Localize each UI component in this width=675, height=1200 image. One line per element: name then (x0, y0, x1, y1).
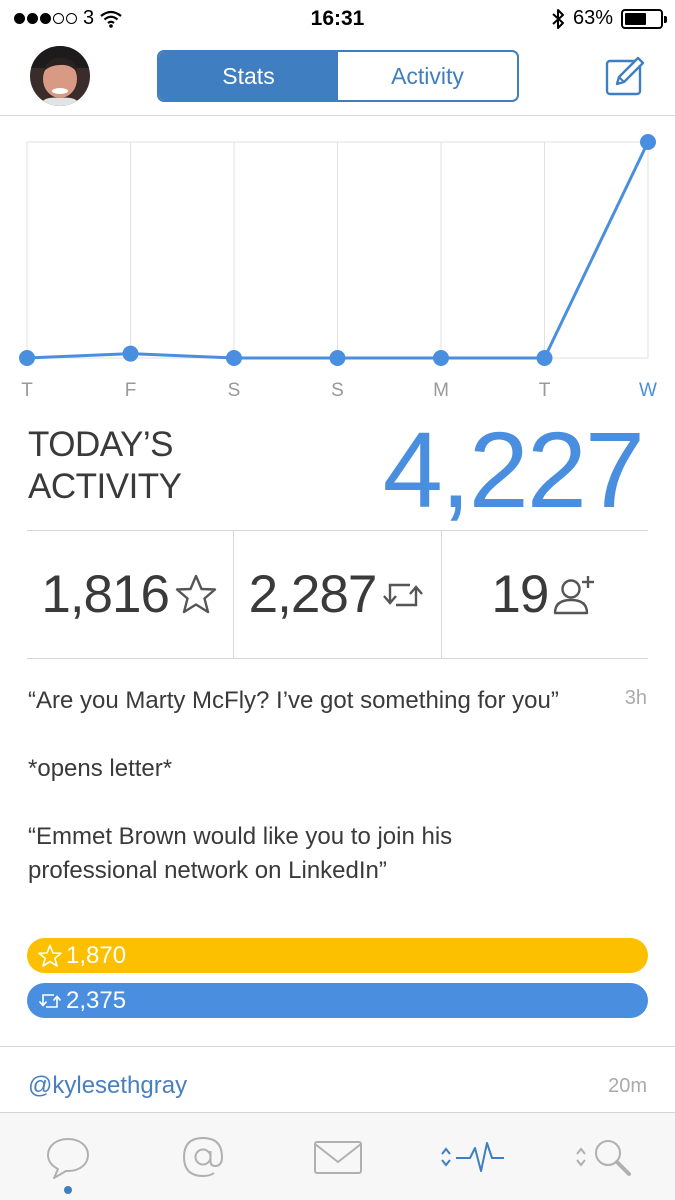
battery-percent: 63% (572, 7, 613, 29)
retweet-icon (38, 993, 62, 1008)
add-follower-icon (554, 575, 595, 614)
tab-bar (0, 1112, 675, 1200)
status-bar: 3 16:31 63% (0, 0, 675, 38)
speech-bubble-icon (46, 1137, 89, 1179)
tab-messages[interactable] (270, 1113, 405, 1200)
mention-icon (182, 1136, 223, 1177)
tab-mentions[interactable] (135, 1113, 270, 1200)
todays-activity-label: TODAY’S ACTIVITY (28, 424, 182, 508)
chart-x-tick-label: W (639, 380, 657, 401)
battery-icon (621, 8, 667, 29)
tweet-paragraph: “Are you Marty McFly? I’ve got something… (28, 687, 559, 714)
battery-fill (625, 12, 647, 25)
star-icon (175, 574, 217, 613)
divider (0, 1046, 675, 1047)
tab-stats[interactable]: Stats (159, 52, 338, 100)
stat-followers[interactable]: 19 (442, 531, 648, 658)
activity-chart: TFSSMTW (19, 134, 657, 401)
chart-x-tick-label: T (21, 380, 33, 401)
chart-point (19, 350, 35, 366)
chart-point (122, 345, 139, 362)
bluetooth-icon (552, 8, 564, 29)
activity-icon (440, 1141, 504, 1172)
favorites-count: 1,870 (66, 941, 127, 969)
tweet-paragraph: *opens letter* (28, 755, 173, 782)
todays-activity-value: 4,227 (382, 409, 645, 530)
chart-x-tick-label: F (125, 380, 137, 401)
chart-point (536, 350, 553, 366)
chart-x-tick-label: T (539, 380, 551, 401)
avatar-image (30, 46, 90, 106)
tweet-paragraph: “Emmet Brown would like you to join his … (28, 823, 453, 884)
chart-x-tick-label: S (228, 380, 241, 401)
tweet-timestamp: 20m (608, 1075, 647, 1097)
tab-activity[interactable] (405, 1113, 540, 1200)
chart-x-tick-label: S (331, 380, 344, 401)
search-icon (575, 1139, 631, 1176)
retweets-bar[interactable]: 2,375 (27, 983, 648, 1018)
star-icon (38, 944, 62, 967)
todays-activity-label-line2: ACTIVITY (28, 467, 182, 506)
stat-favorites-value: 1,816 (41, 565, 170, 624)
retweets-count: 2,375 (66, 986, 127, 1014)
stat-retweets[interactable]: 2,287 (234, 531, 442, 658)
active-tab-indicator (63, 1186, 72, 1194)
segmented-control: Stats Activity (157, 50, 519, 102)
chart-grid (26, 141, 649, 359)
tweet-text[interactable]: “Are you Marty McFly? I’ve got something… (28, 684, 588, 922)
stats-row: 1,816 2,287 19 (27, 531, 648, 658)
tweet-timestamp: 3h (624, 687, 647, 709)
tab-search[interactable] (540, 1113, 675, 1200)
stat-followers-value: 19 (491, 565, 549, 624)
nav-bar: Stats Activity (0, 38, 675, 116)
todays-activity-label-line1: TODAY’S (28, 425, 173, 464)
tab-activity[interactable]: Activity (338, 52, 517, 100)
status-right: 63% (551, 7, 667, 30)
avatar[interactable] (30, 46, 90, 106)
chart-point (329, 350, 346, 366)
compose-icon[interactable] (604, 55, 646, 97)
chart-x-tick-label: M (433, 380, 449, 401)
divider (27, 658, 648, 659)
favorites-bar[interactable]: 1,870 (27, 938, 648, 973)
chart-point (226, 350, 242, 366)
chart-point (640, 134, 656, 150)
tab-timeline[interactable] (0, 1113, 135, 1200)
mail-icon (313, 1140, 362, 1174)
stat-favorites[interactable]: 1,816 (27, 531, 235, 658)
tweet-author-handle[interactable]: @kylesethgray (28, 1072, 187, 1100)
chart-x-ticks: TFSSMTW (21, 380, 657, 401)
retweet-icon (383, 583, 424, 606)
chart-point (433, 350, 449, 366)
stat-retweets-value: 2,287 (248, 565, 378, 624)
